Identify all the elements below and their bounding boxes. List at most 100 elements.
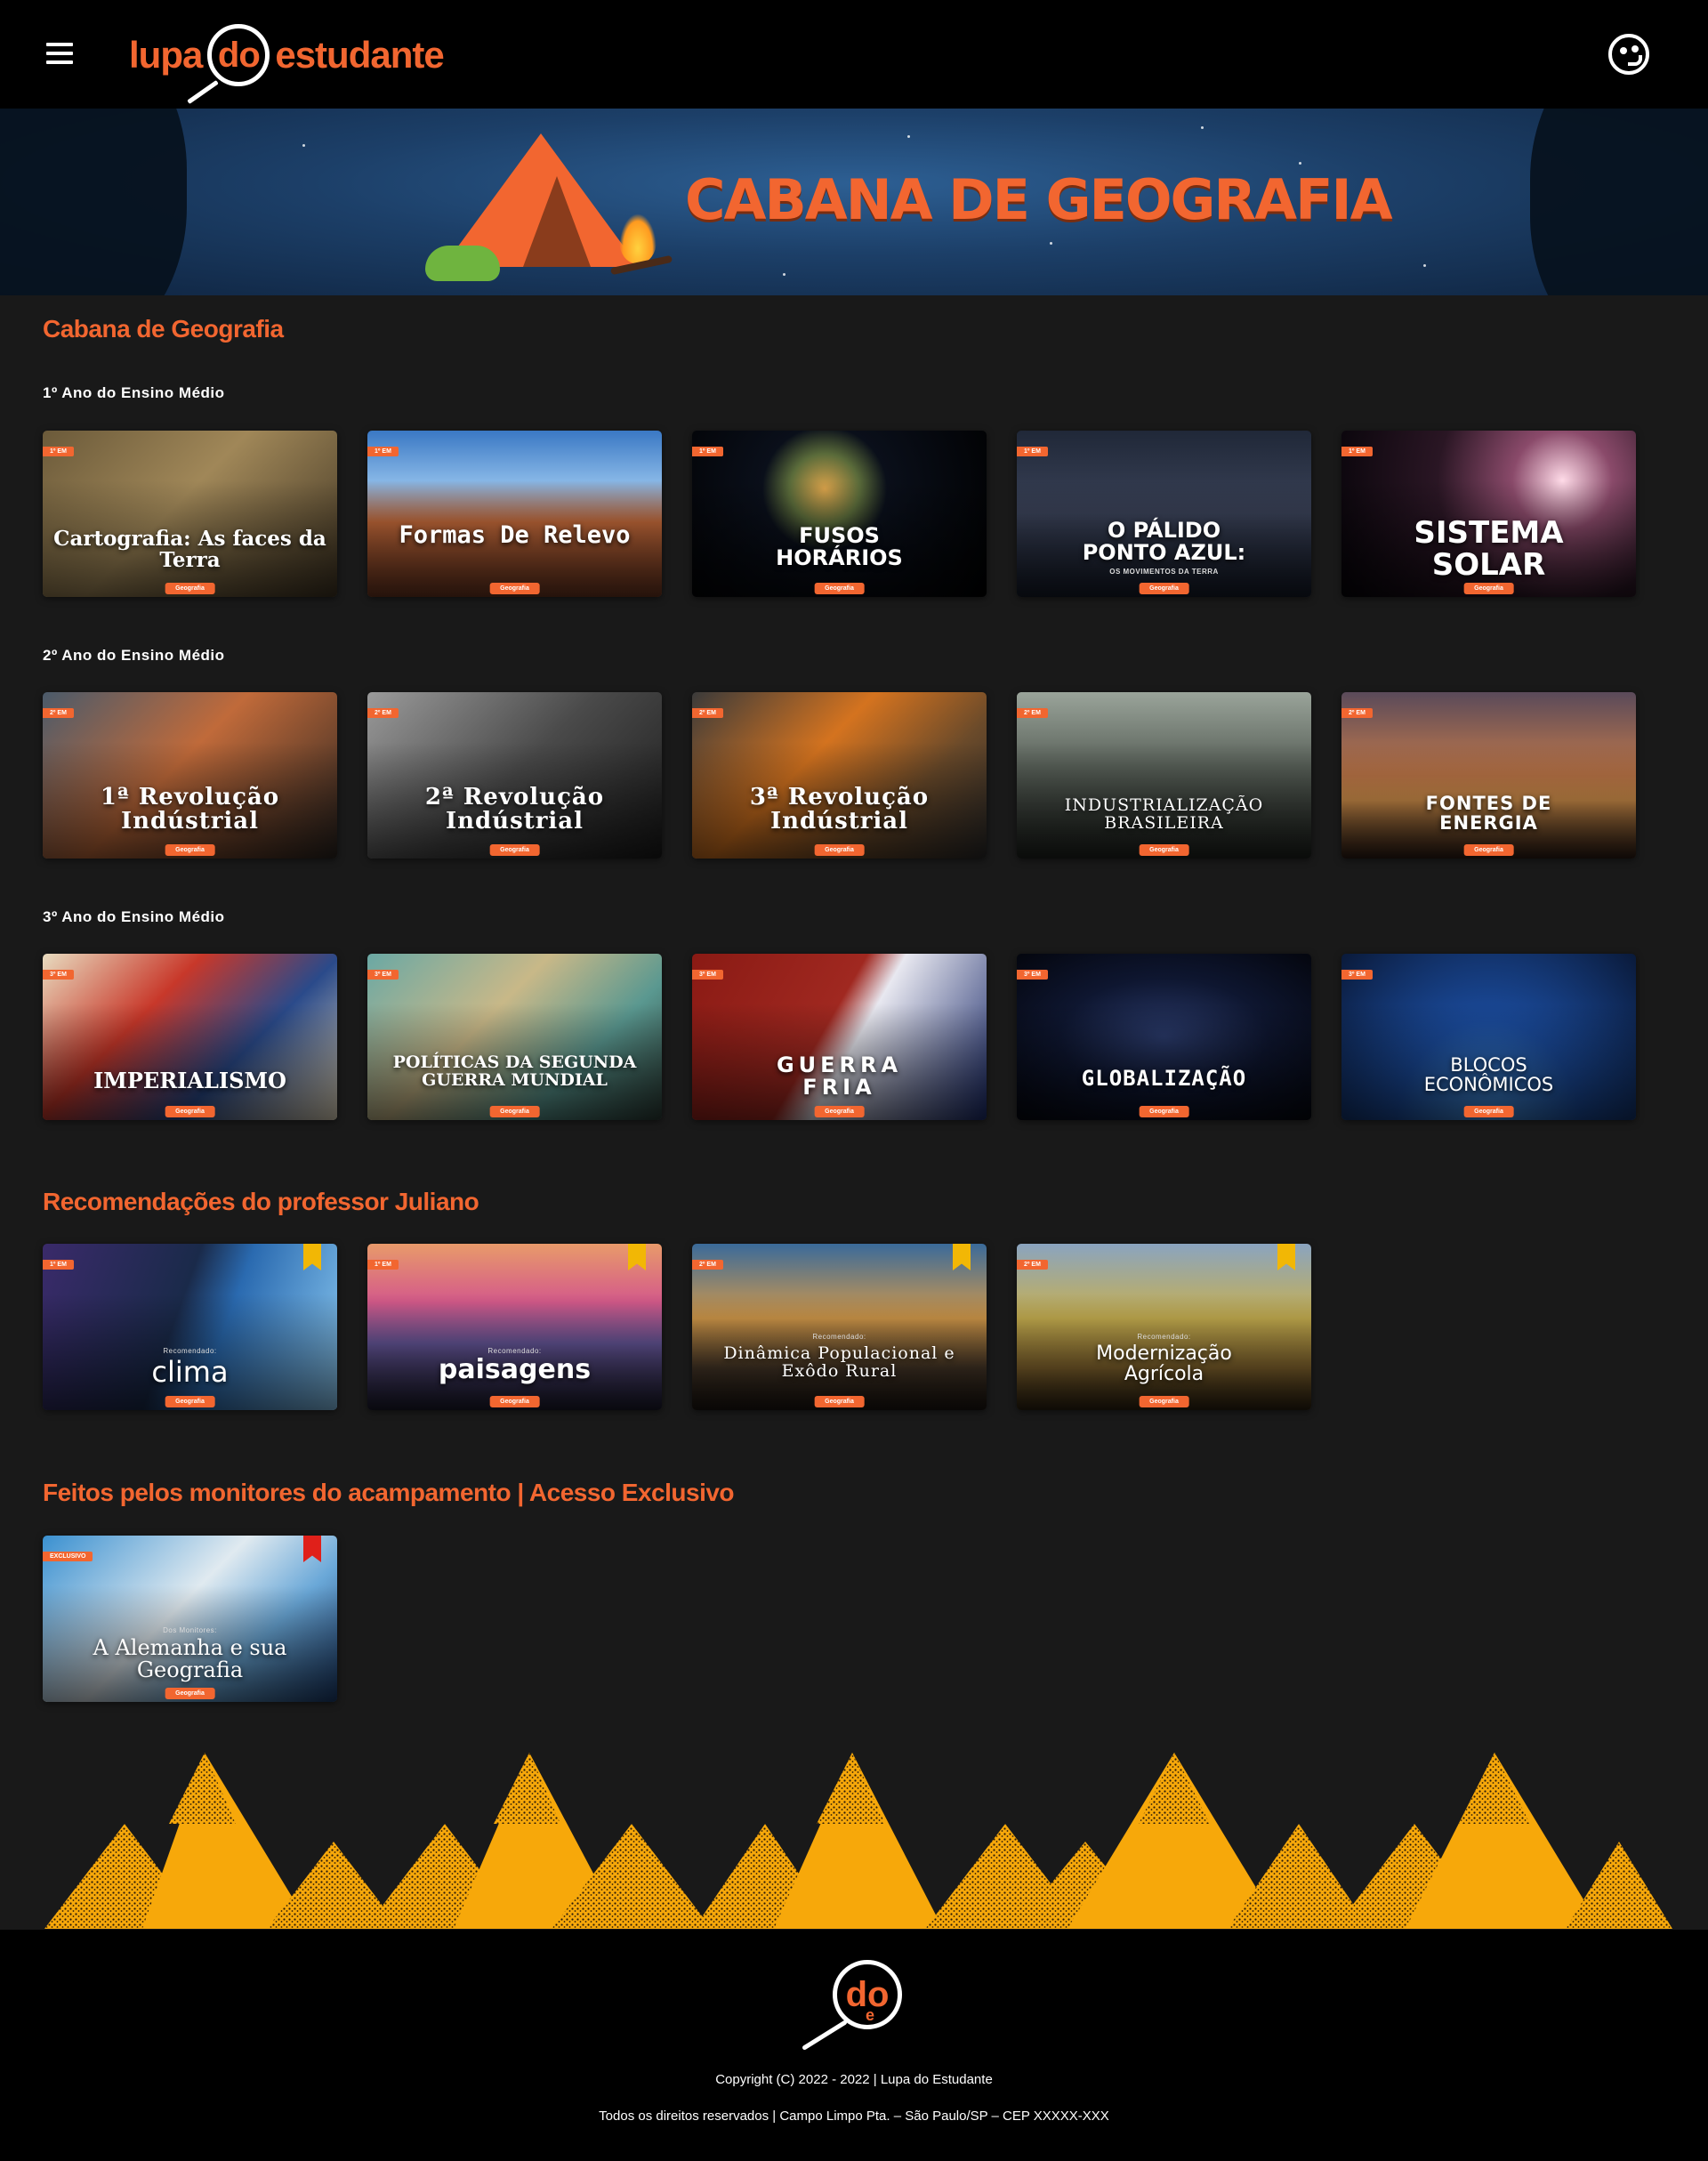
- card-shade: [692, 431, 987, 597]
- subject-badge: Geografia: [1463, 1106, 1514, 1117]
- course-card[interactable]: 2º EM 1ª Revolução Indústrial Geografia: [43, 692, 337, 859]
- recommended-card[interactable]: 1º EM Recomendado: clima Geografia: [43, 1244, 337, 1410]
- avatar-eye: [1631, 45, 1639, 52]
- course-card[interactable]: 3º EM GUERRA FRIA Geografia: [692, 954, 987, 1120]
- card-pre-label: Recomendado:: [163, 1347, 217, 1355]
- star: [1423, 264, 1426, 267]
- course-card[interactable]: 2º EM 2ª Revolução Indústrial Geografia: [367, 692, 662, 859]
- exclusive-card[interactable]: EXCLUSIVO Dos Monitores: A Alemanha e su…: [43, 1536, 337, 1702]
- grade-tag: 1º EM: [367, 1260, 399, 1270]
- logo-text-lupa: lupa: [129, 34, 203, 76]
- grade-tag: 2º EM: [1017, 1260, 1048, 1270]
- card-pre-label: Recomendado:: [1137, 1333, 1191, 1341]
- page-title: Cabana de Geografia: [43, 315, 284, 343]
- grade-tag: 3º EM: [1341, 970, 1373, 980]
- subject-badge: Geografia: [814, 1396, 865, 1407]
- grade-tag: 1º EM: [1341, 447, 1373, 456]
- subject-badge: Geografia: [814, 1106, 865, 1117]
- mountain-range: [44, 1753, 1672, 1929]
- hamburger-menu-icon[interactable]: [46, 43, 73, 64]
- subject-badge: Geografia: [489, 844, 540, 856]
- grade-tag: 3º EM: [367, 970, 399, 980]
- subject-badge: Geografia: [165, 1396, 215, 1407]
- card-title: clima: [151, 1355, 229, 1389]
- star: [1201, 126, 1204, 129]
- subject-badge: Geografia: [489, 1396, 540, 1407]
- subject-badge: Geografia: [165, 1688, 215, 1699]
- course-card[interactable]: 3º EM IMPERIALISMO Geografia: [43, 954, 337, 1120]
- footer-logo-letter: e: [865, 2006, 874, 2024]
- user-avatar-icon[interactable]: [1608, 34, 1649, 75]
- year-2-title: 2º Ano do Ensino Médio: [43, 647, 225, 664]
- tree-silhouette: [1530, 109, 1708, 295]
- course-card[interactable]: 2º EM 3ª Revolução Indústrial Geografia: [692, 692, 987, 859]
- course-card[interactable]: 2º EM INDUSTRIALIZAÇÃO BRASILEIRA Geogra…: [1017, 692, 1311, 859]
- card-title: INDUSTRIALIZAÇÃO BRASILEIRA: [1064, 795, 1264, 833]
- course-card[interactable]: 1º EM FUSOS HORÁRIOS Geografia: [692, 431, 987, 597]
- exclusive-title: Feitos pelos monitores do acampamento | …: [43, 1479, 735, 1506]
- site-logo[interactable]: lupa do estudante: [129, 20, 445, 105]
- subject-badge: Geografia: [814, 583, 865, 594]
- subject-badge: Geografia: [814, 844, 865, 856]
- course-card[interactable]: 1º EM Formas De Relevo Geografia: [367, 431, 662, 597]
- course-card[interactable]: 1º EM O PÁLIDO PONTO AZUL: OS MOVIMENTOS…: [1017, 431, 1311, 597]
- grade-tag: 1º EM: [43, 1260, 74, 1270]
- card-title: Formas De Relevo: [399, 521, 631, 549]
- year-1-cards: 1º EM Cartografia: As faces da Terra Geo…: [43, 431, 1636, 597]
- star: [783, 273, 786, 276]
- card-title: IMPERIALISMO: [93, 1068, 286, 1093]
- star: [1050, 242, 1052, 245]
- star: [907, 135, 910, 138]
- card-title: BLOCOS ECONÔMICOS: [1423, 1054, 1554, 1096]
- card-title: GLOBALIZAÇÃO: [1081, 1066, 1247, 1091]
- subject-badge: Geografia: [1463, 844, 1514, 856]
- card-title: Modernização Agrícola: [1096, 1343, 1232, 1386]
- grade-tag: 3º EM: [692, 970, 723, 980]
- grade-tag: 1º EM: [1017, 447, 1048, 456]
- logo-magnifier-handle: [187, 79, 220, 105]
- banner-title: CABANA DE GEOGRAFIA: [685, 167, 1393, 232]
- card-pre-label: Recomendado:: [812, 1333, 866, 1341]
- card-title: FONTES DE ENERGIA: [1425, 793, 1552, 835]
- subject-badge: Geografia: [1139, 583, 1189, 594]
- card-shade: [367, 431, 662, 597]
- subject-badge: Geografia: [165, 1106, 215, 1117]
- footer-magnifier-handle: [802, 2020, 848, 2051]
- card-title: GUERRA FRIA: [776, 1052, 903, 1101]
- mountains-decoration: [44, 1753, 1672, 1929]
- footer-magnifier-icon: do e: [833, 1960, 902, 2029]
- recommended-card[interactable]: 2º EM Recomendado: Dinâmica Populacional…: [692, 1244, 987, 1410]
- footer-logo[interactable]: do e: [799, 1956, 906, 2051]
- course-card[interactable]: 3º EM BLOCOS ECONÔMICOS Geografia: [1341, 954, 1636, 1120]
- rights-text: Todos os direitos reservados | Campo Lim…: [599, 2109, 1109, 2124]
- bush-icon: [425, 246, 500, 281]
- course-card[interactable]: 3º EM POLÍTICAS DA SEGUNDA GUERRA MUNDIA…: [367, 954, 662, 1120]
- grade-tag: 2º EM: [367, 708, 399, 718]
- logo-text-do: do: [217, 36, 261, 75]
- tree-silhouette: [0, 109, 187, 295]
- year-2-cards: 2º EM 1ª Revolução Indústrial Geografia …: [43, 692, 1636, 859]
- avatar-eye: [1620, 47, 1627, 54]
- course-card[interactable]: 2º EM FONTES DE ENERGIA Geografia: [1341, 692, 1636, 859]
- card-title: 1ª Revolução Indústrial: [100, 784, 280, 835]
- menu-line: [46, 60, 73, 64]
- avatar-mouth: [1628, 55, 1642, 66]
- course-card[interactable]: 1º EM Cartografia: As faces da Terra Geo…: [43, 431, 337, 597]
- grade-tag: 2º EM: [692, 1260, 723, 1270]
- exclusive-tag: EXCLUSIVO: [43, 1552, 93, 1561]
- card-title: SISTEMA SOLAR: [1414, 515, 1564, 583]
- hero-banner: CABANA DE GEOGRAFIA: [0, 109, 1708, 295]
- subject-badge: Geografia: [489, 583, 540, 594]
- recommended-card[interactable]: 2º EM Recomendado: Modernização Agrícola…: [1017, 1244, 1311, 1410]
- tent-door: [523, 176, 591, 267]
- course-card[interactable]: 3º EM GLOBALIZAÇÃO Geografia: [1017, 954, 1311, 1120]
- card-title: 3ª Revolução Indústrial: [749, 784, 930, 835]
- course-card[interactable]: 1º EM SISTEMA SOLAR Geografia: [1341, 431, 1636, 597]
- card-title: Cartografia: As faces da Terra: [53, 527, 326, 573]
- tent-illustration: [425, 132, 674, 283]
- top-navigation-bar: lupa do estudante: [0, 0, 1708, 109]
- card-title: O PÁLIDO PONTO AZUL:: [1082, 518, 1246, 566]
- recommended-card[interactable]: 1º EM Recomendado: paisagens Geografia: [367, 1244, 662, 1410]
- grade-tag: 1º EM: [43, 447, 74, 456]
- copyright-text: Copyright (C) 2022 - 2022 | Lupa do Estu…: [715, 2072, 993, 2087]
